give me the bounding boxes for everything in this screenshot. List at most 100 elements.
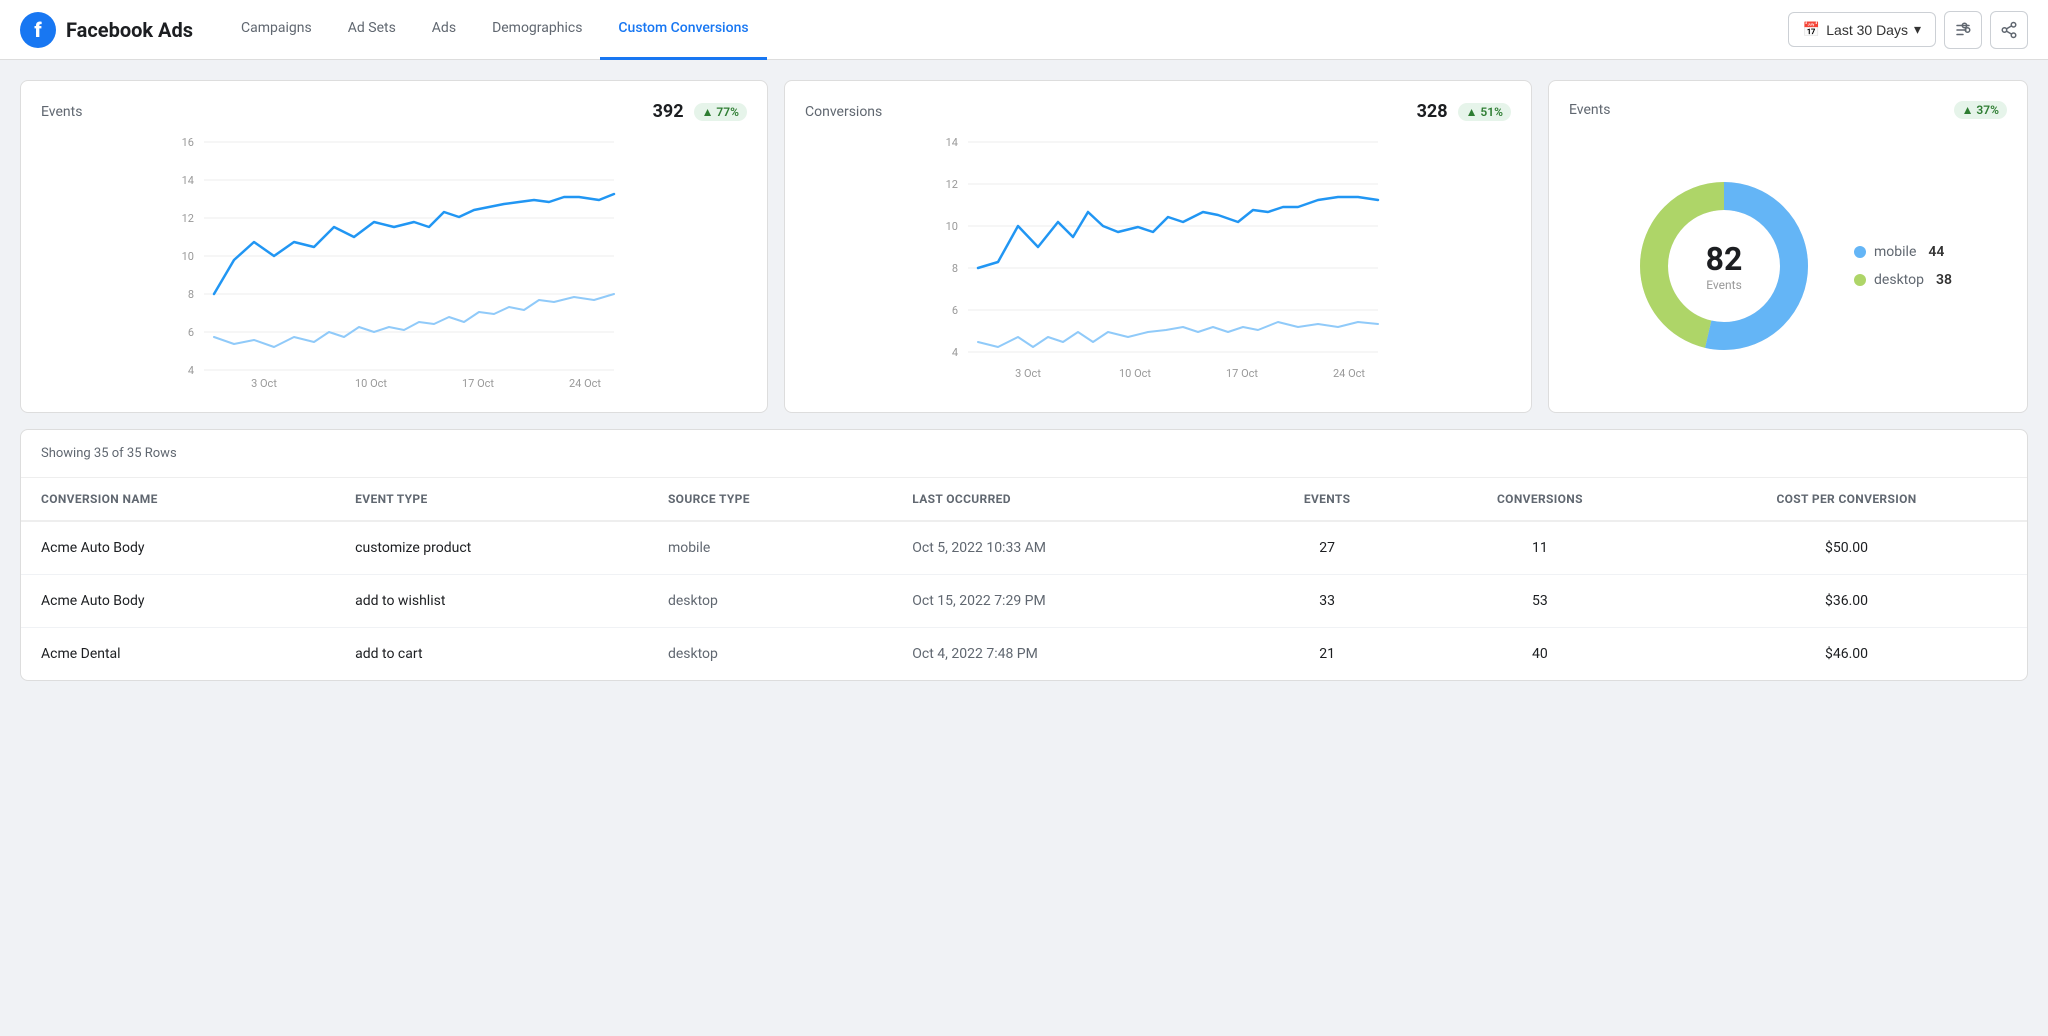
svg-text:10: 10 bbox=[182, 250, 194, 263]
donut-wrapper: 82 Events bbox=[1624, 166, 1824, 366]
col-events: EVENTS bbox=[1240, 478, 1413, 521]
svg-text:6: 6 bbox=[188, 326, 194, 339]
row1-conversions: 11 bbox=[1414, 521, 1666, 575]
col-last-occurred: LAST OCCURRED bbox=[892, 478, 1240, 521]
svg-text:4: 4 bbox=[952, 346, 958, 359]
row3-last-occurred: Oct 4, 2022 7:48 PM bbox=[892, 628, 1240, 681]
tab-campaigns[interactable]: Campaigns bbox=[223, 0, 330, 60]
events-card-value: 392 bbox=[653, 101, 684, 122]
svg-text:6: 6 bbox=[952, 304, 958, 317]
table-card: Showing 35 of 35 Rows CONVERSION NAME EV… bbox=[20, 429, 2028, 681]
svg-text:8: 8 bbox=[952, 262, 958, 275]
row2-cost: $36.00 bbox=[1666, 575, 2027, 628]
svg-text:10 Oct: 10 Oct bbox=[355, 377, 387, 390]
events-card-header: Events 392 ▲ 77% bbox=[41, 101, 747, 122]
row1-event-type: customize product bbox=[335, 521, 648, 575]
row2-last-occurred: Oct 15, 2022 7:29 PM bbox=[892, 575, 1240, 628]
col-conversions: CONVERSIONS bbox=[1414, 478, 1666, 521]
events-card-title: Events bbox=[41, 104, 82, 120]
row2-event-type: add to wishlist bbox=[335, 575, 648, 628]
table-row: Acme Dental add to cart desktop Oct 4, 2… bbox=[21, 628, 2027, 681]
table-header: CONVERSION NAME EVENT TYPE SOURCE TYPE L… bbox=[21, 478, 2027, 521]
conversions-card-header: Conversions 328 ▲ 51% bbox=[805, 101, 1511, 122]
row1-events: 27 bbox=[1240, 521, 1413, 575]
donut-card-title: Events bbox=[1569, 102, 1610, 118]
svg-text:3 Oct: 3 Oct bbox=[251, 377, 277, 390]
tab-custom-conversions[interactable]: Custom Conversions bbox=[600, 0, 766, 60]
date-range-label: Last 30 Days bbox=[1826, 22, 1908, 38]
desktop-legend-label: desktop bbox=[1874, 272, 1924, 288]
header: f Facebook Ads Campaigns Ad Sets Ads Dem… bbox=[0, 0, 2048, 60]
conversions-chart-card: Conversions 328 ▲ 51% 14 12 bbox=[784, 80, 1532, 413]
tab-ads[interactable]: Ads bbox=[414, 0, 474, 60]
donut-center-value: 82 bbox=[1706, 240, 1743, 278]
svg-text:4: 4 bbox=[188, 364, 194, 377]
events-card-meta: 392 ▲ 77% bbox=[653, 101, 747, 122]
row1-last-occurred: Oct 5, 2022 10:33 AM bbox=[892, 521, 1240, 575]
row2-conversions: 53 bbox=[1414, 575, 1666, 628]
desktop-legend-dot bbox=[1854, 274, 1866, 286]
svg-text:10: 10 bbox=[946, 220, 958, 233]
row2-name: Acme Auto Body bbox=[21, 575, 335, 628]
conversions-chart-area: 14 12 10 8 6 4 3 Oct 10 Oct 17 Oct 24 Oc… bbox=[805, 132, 1511, 392]
conversions-card-value: 328 bbox=[1417, 101, 1448, 122]
legend-desktop: desktop 38 bbox=[1854, 272, 1952, 288]
logo-area: f Facebook Ads bbox=[20, 12, 193, 48]
filter-icon-button[interactable] bbox=[1944, 11, 1982, 49]
main-content: Events 392 ▲ 77% 16 bbox=[0, 60, 2048, 701]
tab-ad-sets[interactable]: Ad Sets bbox=[330, 0, 414, 60]
mobile-legend-dot bbox=[1854, 246, 1866, 258]
mobile-legend-value: 44 bbox=[1928, 244, 1944, 260]
nav-tabs: Campaigns Ad Sets Ads Demographics Custo… bbox=[223, 0, 767, 59]
svg-text:12: 12 bbox=[946, 178, 958, 191]
svg-text:12: 12 bbox=[182, 212, 194, 225]
events-chart-area: 16 14 12 10 8 6 4 3 Oct 10 Oct 17 Oct 24… bbox=[41, 132, 747, 392]
conversions-card-meta: 328 ▲ 51% bbox=[1417, 101, 1511, 122]
row1-source-type: mobile bbox=[648, 521, 892, 575]
events-badge: ▲ 77% bbox=[694, 103, 747, 121]
donut-badge: ▲ 37% bbox=[1954, 101, 2007, 119]
conversions-table: CONVERSION NAME EVENT TYPE SOURCE TYPE L… bbox=[21, 478, 2027, 680]
table-body: Acme Auto Body customize product mobile … bbox=[21, 521, 2027, 680]
table-row: Acme Auto Body customize product mobile … bbox=[21, 521, 2027, 575]
row2-events: 33 bbox=[1240, 575, 1413, 628]
calendar-icon: 📅 bbox=[1803, 21, 1820, 38]
svg-text:17 Oct: 17 Oct bbox=[1226, 367, 1258, 380]
share-icon-button[interactable] bbox=[1990, 11, 2028, 49]
donut-area: 82 Events mobile 44 desktop 38 bbox=[1569, 139, 2007, 392]
donut-chart-card: Events ▲ 37% 82 bbox=[1548, 80, 2028, 413]
svg-text:24 Oct: 24 Oct bbox=[569, 377, 601, 390]
donut-legend: mobile 44 desktop 38 bbox=[1854, 244, 1952, 288]
col-conversion-name: CONVERSION NAME bbox=[21, 478, 335, 521]
donut-card-header: Events ▲ 37% bbox=[1569, 101, 2007, 119]
desktop-legend-value: 38 bbox=[1936, 272, 1952, 288]
conversions-badge: ▲ 51% bbox=[1458, 103, 1511, 121]
facebook-logo-icon: f bbox=[20, 12, 56, 48]
table-header-row: CONVERSION NAME EVENT TYPE SOURCE TYPE L… bbox=[21, 478, 2027, 521]
events-line-chart-svg: 16 14 12 10 8 6 4 3 Oct 10 Oct 17 Oct 24… bbox=[41, 132, 747, 392]
tab-demographics[interactable]: Demographics bbox=[474, 0, 600, 60]
donut-center-label: Events bbox=[1706, 278, 1743, 292]
svg-text:16: 16 bbox=[182, 136, 194, 149]
svg-text:10 Oct: 10 Oct bbox=[1119, 367, 1151, 380]
date-range-button[interactable]: 📅 Last 30 Days ▾ bbox=[1788, 12, 1936, 47]
col-cost-per-conversion: COST PER CONVERSION bbox=[1666, 478, 2027, 521]
svg-text:8: 8 bbox=[188, 288, 194, 301]
conversions-card-title: Conversions bbox=[805, 104, 882, 120]
row3-conversions: 40 bbox=[1414, 628, 1666, 681]
chevron-down-icon: ▾ bbox=[1914, 21, 1921, 38]
svg-text:3 Oct: 3 Oct bbox=[1015, 367, 1041, 380]
cards-row: Events 392 ▲ 77% 16 bbox=[20, 80, 2028, 413]
mobile-legend-label: mobile bbox=[1874, 244, 1916, 260]
row3-event-type: add to cart bbox=[335, 628, 648, 681]
filter-icon bbox=[1954, 21, 1972, 39]
table-row: Acme Auto Body add to wishlist desktop O… bbox=[21, 575, 2027, 628]
row3-cost: $46.00 bbox=[1666, 628, 2027, 681]
svg-text:14: 14 bbox=[946, 136, 958, 149]
header-right: 📅 Last 30 Days ▾ bbox=[1788, 11, 2028, 49]
donut-center: 82 Events bbox=[1706, 240, 1743, 292]
row1-name: Acme Auto Body bbox=[21, 521, 335, 575]
row1-cost: $50.00 bbox=[1666, 521, 2027, 575]
row3-name: Acme Dental bbox=[21, 628, 335, 681]
table-info: Showing 35 of 35 Rows bbox=[21, 430, 2027, 478]
